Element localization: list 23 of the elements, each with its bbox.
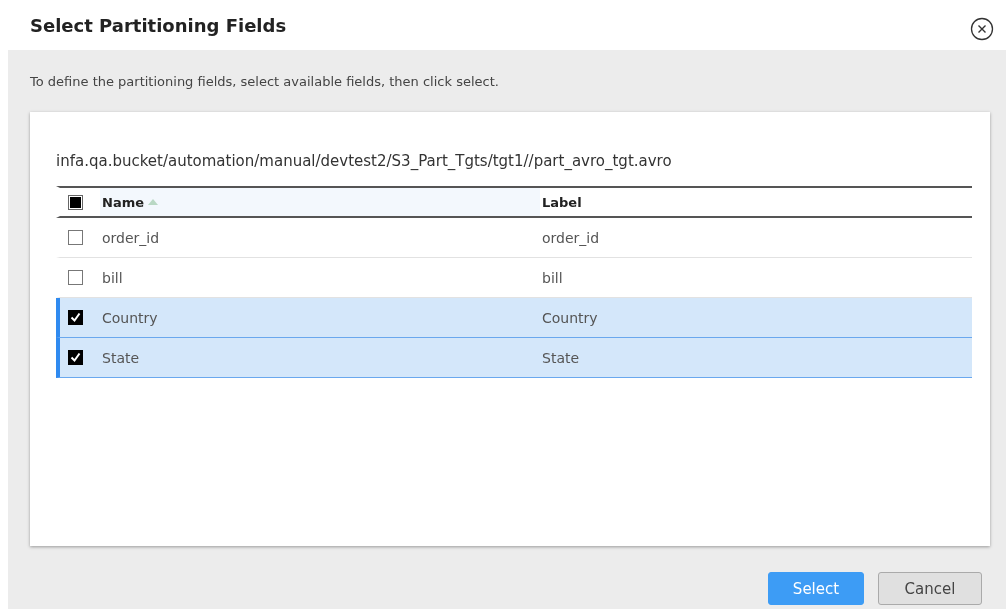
table-row[interactable]: State State [56,338,972,378]
table-row[interactable]: Country Country [56,298,972,338]
table-cell-text: State [101,349,141,366]
row-checkbox[interactable] [68,350,83,365]
column-header[interactable]: Label [542,194,582,210]
close-icon[interactable] [970,17,994,41]
description-text: To define the partitioning fields, select available fields, then click select. [30,74,500,90]
table-cell-text: Country [541,309,599,326]
row-checkbox[interactable] [68,310,83,325]
table-cell-text: order_id [541,229,601,246]
select-all-checkbox[interactable] [68,194,83,210]
table-cell-text: Country [101,309,159,326]
row-checkbox[interactable] [68,230,83,245]
column-header[interactable]: Name [102,194,144,210]
row-checkbox[interactable] [68,270,83,285]
cancel-button[interactable]: Cancel [878,572,982,605]
table-cell-text: order_id [101,229,161,246]
file-path: infa.qa.bucket/automation/manual/devtest2/S3_Part_Tgts/tgt1//part_avro_tgt.avro [56,152,673,170]
table-cell-text: bill [101,269,124,286]
table-cell-text: State [541,349,581,366]
sort-up-icon [148,199,158,205]
table-cell-text: bill [541,269,564,286]
dialog-title: Select Partitioning Fields [30,14,287,36]
